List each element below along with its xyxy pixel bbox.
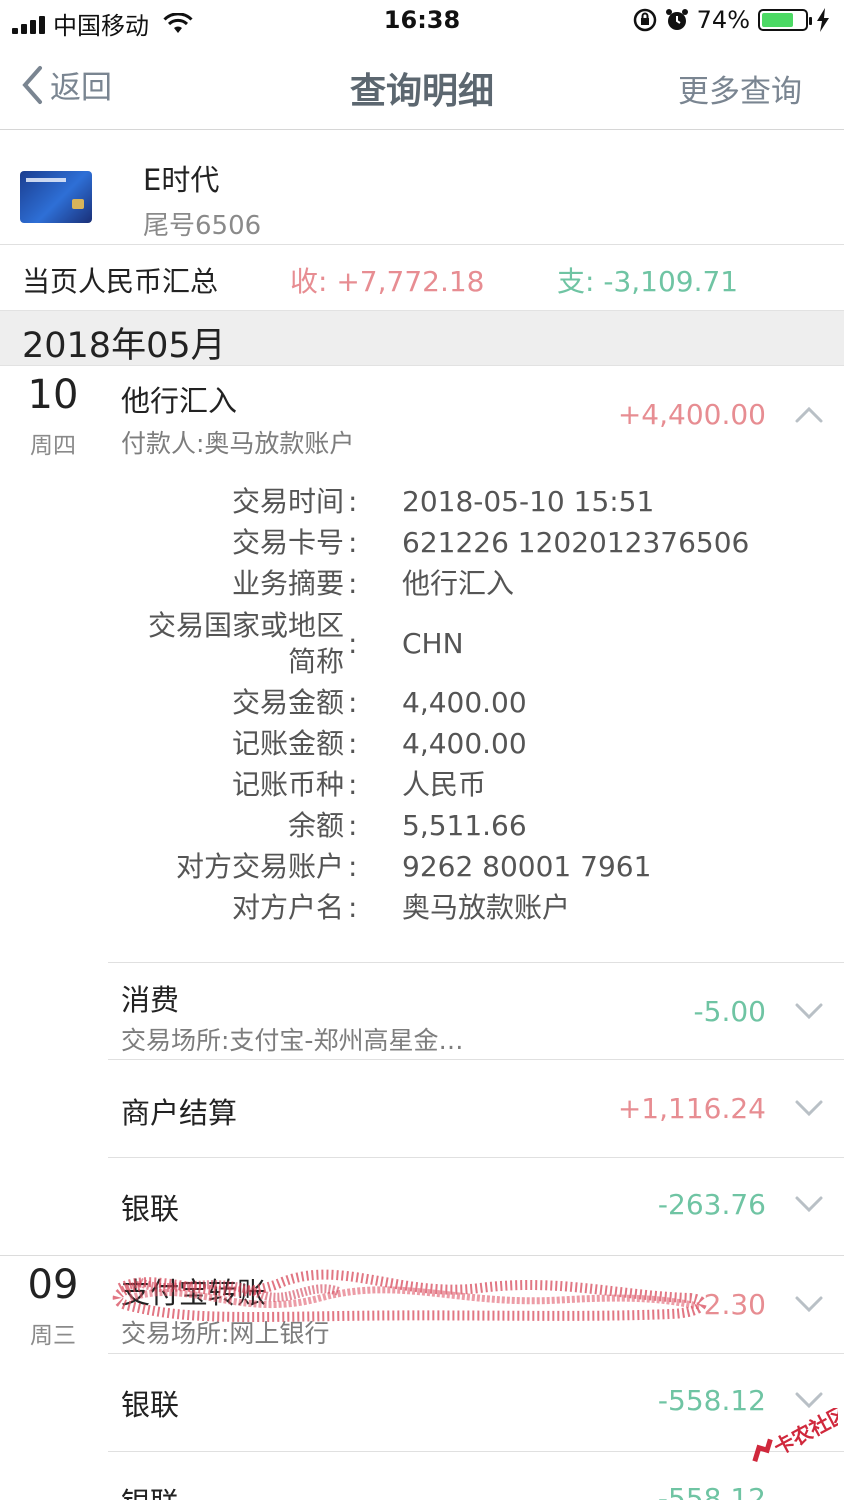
- tx-title: 银联: [121, 1192, 180, 1226]
- card-name: E时代: [143, 163, 220, 197]
- day-weekday: 周三: [30, 1323, 76, 1349]
- summary-label: 当页人民币汇总: [22, 265, 219, 298]
- summary-income: 收: +7,772.18: [290, 265, 485, 298]
- transaction-row[interactable]: 银联 -263.76: [108, 1158, 844, 1255]
- tx-subtitle: 交易场所:支付宝-郑州高星金…: [121, 1026, 464, 1055]
- transaction-row-expanded[interactable]: 他行汇入 付款人:奥马放款账户 +4,400.00: [108, 368, 844, 468]
- transaction-row[interactable]: 支付宝转账 交易场所:网上银行 2.30: [108, 1256, 844, 1354]
- more-query-button[interactable]: 更多查询: [678, 66, 802, 111]
- alarm-icon: [665, 9, 688, 30]
- chevron-down-icon[interactable]: [794, 1098, 824, 1118]
- day-number: 10: [27, 372, 79, 418]
- tx-subtitle: 交易场所:网上银行: [121, 1319, 330, 1348]
- nav-bar: 返回 查询明细 更多查询: [0, 44, 844, 130]
- tx-title: 支付宝转账: [121, 1276, 267, 1310]
- card-info: E时代 尾号6506: [0, 131, 844, 245]
- summary-expense: 支: -3,109.71: [557, 265, 739, 298]
- chevron-down-icon[interactable]: [794, 1294, 824, 1314]
- battery-icon: [758, 9, 812, 31]
- tx-subtitle: 付款人:奥马放款账户: [121, 429, 355, 458]
- battery-fill: [762, 13, 794, 27]
- chevron-down-icon[interactable]: [794, 1390, 824, 1410]
- watermark-logo: 卡农社区: [752, 1408, 838, 1462]
- transaction-row[interactable]: 商户结算 +1,116.24: [108, 1060, 844, 1158]
- tx-amount: 2.30: [703, 1288, 766, 1321]
- rotation-lock-icon: [633, 8, 656, 32]
- chevron-down-icon[interactable]: [794, 1194, 824, 1214]
- tx-title: 银联: [121, 1388, 180, 1422]
- watermark-text: 卡农社区: [770, 1408, 838, 1460]
- transaction-row[interactable]: 银联 -558.12: [108, 1452, 844, 1500]
- day-weekday: 周四: [30, 433, 76, 459]
- tx-title: 消费: [121, 983, 180, 1017]
- status-bar: 中国移动 16:38 74%: [0, 0, 844, 44]
- battery-percent: 74%: [696, 6, 750, 34]
- page-summary: 当页人民币汇总 收: +7,772.18 支: -3,109.71: [0, 246, 844, 310]
- bank-card-image: [20, 171, 92, 223]
- transaction-row[interactable]: 银联 -558.12: [108, 1354, 844, 1452]
- tx-amount: -5.00: [693, 995, 766, 1028]
- chevron-up-icon[interactable]: [794, 404, 824, 424]
- day-group-header: 10 周四: [0, 372, 106, 460]
- tx-title: 他行汇入: [121, 384, 238, 418]
- tx-amount: +1,116.24: [617, 1092, 766, 1125]
- day-number: 09: [27, 1262, 79, 1308]
- tx-amount: -558.12: [657, 1482, 766, 1500]
- charging-bolt-icon: [817, 8, 829, 32]
- month-label: 2018年05月: [22, 326, 226, 366]
- tx-title: 银联: [121, 1480, 179, 1500]
- transaction-row[interactable]: 消费 交易场所:支付宝-郑州高星金… -5.00: [108, 962, 844, 1060]
- tx-amount: +4,400.00: [617, 398, 766, 431]
- month-header: 2018年05月: [0, 310, 844, 366]
- tx-amount: -263.76: [657, 1188, 766, 1221]
- chevron-down-icon[interactable]: [794, 1001, 824, 1021]
- card-tail-number: 尾号6506: [143, 211, 262, 241]
- day-group-header: 09 周三: [0, 1262, 106, 1350]
- tx-title: 商户结算: [121, 1096, 238, 1130]
